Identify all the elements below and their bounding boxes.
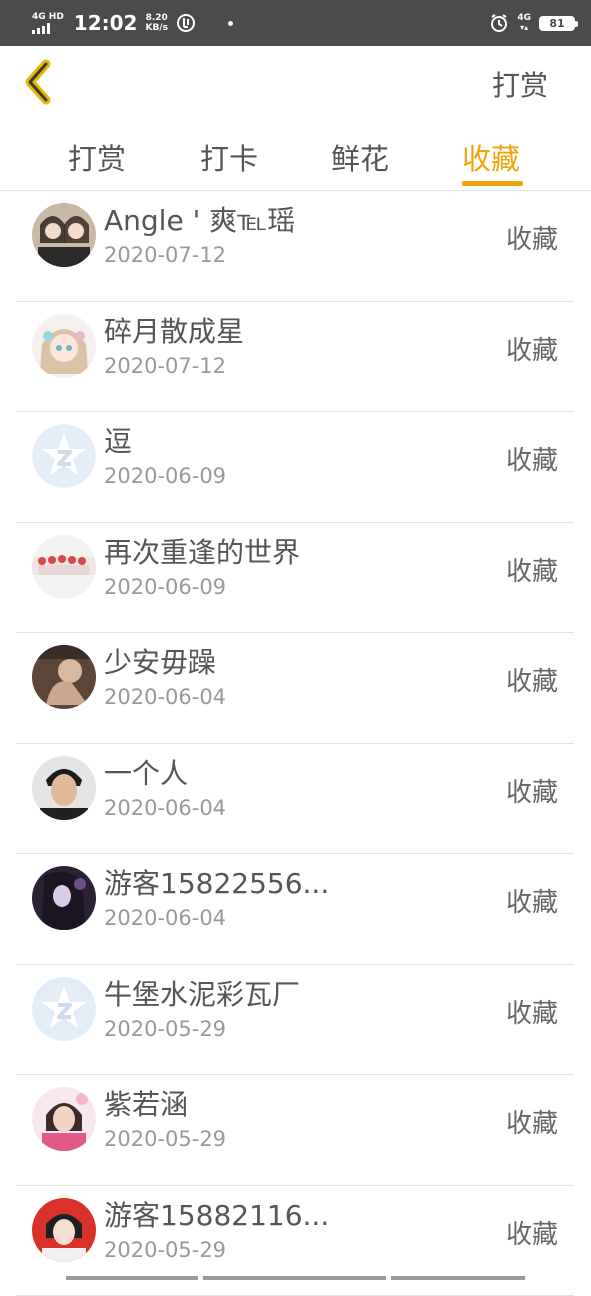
avatar[interactable] bbox=[32, 535, 96, 599]
list-item[interactable]: 逗 2020-06-09 收藏 bbox=[16, 412, 574, 523]
avatar[interactable] bbox=[32, 866, 96, 930]
list-item[interactable]: 再次重逢的世界 2020-06-09 收藏 bbox=[16, 523, 574, 634]
tab-tip[interactable]: 打赏 bbox=[68, 136, 126, 178]
avatar[interactable] bbox=[32, 314, 96, 378]
item-action-label: 收藏 bbox=[506, 440, 558, 477]
status-left: 4G HD 12:02 8.20 KB/s bbox=[32, 11, 233, 35]
signal-icon: 4G HD bbox=[32, 13, 64, 34]
tab-bar: 打赏 打卡 鲜花 收藏 bbox=[0, 118, 591, 191]
item-date: 2020-07-12 bbox=[104, 243, 226, 267]
item-action-label: 收藏 bbox=[506, 1103, 558, 1140]
avatar[interactable] bbox=[32, 756, 96, 820]
user-name: 碎月散成星 bbox=[104, 310, 244, 350]
default-avatar-icon[interactable] bbox=[32, 977, 96, 1041]
list-item[interactable]: 少安毋躁 2020-06-04 收藏 bbox=[16, 633, 574, 744]
item-date: 2020-06-04 bbox=[104, 685, 226, 709]
item-action-label: 收藏 bbox=[506, 772, 558, 809]
item-date: 2020-06-09 bbox=[104, 464, 226, 488]
network-speed: 8.20 KB/s bbox=[145, 13, 167, 33]
list-item[interactable]: 碎月散成星 2020-07-12 收藏 bbox=[16, 302, 574, 413]
battery-level: 81 bbox=[549, 17, 564, 30]
user-name: 再次重逢的世界 bbox=[104, 531, 300, 571]
avatar[interactable] bbox=[32, 203, 96, 267]
item-action-label: 收藏 bbox=[506, 551, 558, 588]
battery-icon: 81 bbox=[539, 16, 575, 31]
user-name: 游客15822556... bbox=[104, 862, 329, 902]
item-action-label: 收藏 bbox=[506, 993, 558, 1030]
network-type-label: 4G HD bbox=[32, 13, 64, 22]
speed-unit: KB/s bbox=[145, 23, 167, 33]
item-action-label: 收藏 bbox=[506, 1214, 558, 1251]
item-date: 2020-06-04 bbox=[104, 796, 226, 820]
mobile-data-icon: 4G ▾▴ bbox=[517, 14, 531, 32]
item-action-label: 收藏 bbox=[506, 219, 558, 256]
status-bar: 4G HD 12:02 8.20 KB/s 4G ▾▴ 81 bbox=[0, 0, 591, 46]
tab-favorites[interactable]: 收藏 bbox=[462, 136, 520, 178]
user-name: 一个人 bbox=[104, 752, 188, 792]
data-saver-icon bbox=[176, 13, 196, 33]
list-item[interactable]: 牛堡水泥彩瓦厂 2020-05-29 收藏 bbox=[16, 965, 574, 1076]
top-nav-bar: 打赏 bbox=[0, 46, 591, 118]
user-name: 逗 bbox=[104, 420, 132, 460]
status-right: 4G ▾▴ 81 bbox=[489, 13, 575, 33]
item-date: 2020-06-09 bbox=[104, 575, 226, 599]
clock: 12:02 bbox=[74, 11, 138, 35]
item-action-label: 收藏 bbox=[506, 661, 558, 698]
notification-dot-icon bbox=[228, 21, 233, 26]
item-date: 2020-05-29 bbox=[104, 1238, 226, 1262]
header-title[interactable]: 打赏 bbox=[492, 64, 548, 104]
mobile-data-label: 4G bbox=[517, 14, 531, 23]
item-action-label: 收藏 bbox=[506, 330, 558, 367]
active-tab-indicator bbox=[462, 181, 523, 186]
user-name: 少安毋躁 bbox=[104, 641, 216, 681]
user-name: 牛堡水泥彩瓦厂 bbox=[104, 973, 300, 1013]
item-action-label: 收藏 bbox=[506, 882, 558, 919]
scroll-indicator bbox=[66, 1276, 525, 1280]
favorites-list: Angle ' 爽℡瑶 2020-07-12 收藏 碎月散成星 2020-07-… bbox=[16, 191, 574, 1296]
list-item[interactable]: 紫若涵 2020-05-29 收藏 bbox=[16, 1075, 574, 1186]
alarm-icon bbox=[489, 13, 509, 33]
item-date: 2020-06-04 bbox=[104, 906, 226, 930]
list-item[interactable]: 游客15822556... 2020-06-04 收藏 bbox=[16, 854, 574, 965]
tab-checkin[interactable]: 打卡 bbox=[200, 136, 258, 178]
list-item[interactable]: Angle ' 爽℡瑶 2020-07-12 收藏 bbox=[16, 191, 574, 302]
item-date: 2020-07-12 bbox=[104, 354, 226, 378]
avatar[interactable] bbox=[32, 645, 96, 709]
item-date: 2020-05-29 bbox=[104, 1127, 226, 1151]
list-item[interactable]: 一个人 2020-06-04 收藏 bbox=[16, 744, 574, 855]
chevron-left-icon[interactable] bbox=[22, 58, 62, 106]
avatar[interactable] bbox=[32, 1087, 96, 1151]
user-name: Angle ' 爽℡瑶 bbox=[104, 199, 295, 239]
speed-value: 8.20 bbox=[145, 13, 167, 23]
user-name: 紫若涵 bbox=[104, 1083, 188, 1123]
user-name: 游客15882116... bbox=[104, 1194, 329, 1234]
avatar[interactable] bbox=[32, 1198, 96, 1262]
item-date: 2020-05-29 bbox=[104, 1017, 226, 1041]
tab-flowers[interactable]: 鲜花 bbox=[331, 136, 389, 178]
default-avatar-icon[interactable] bbox=[32, 424, 96, 488]
